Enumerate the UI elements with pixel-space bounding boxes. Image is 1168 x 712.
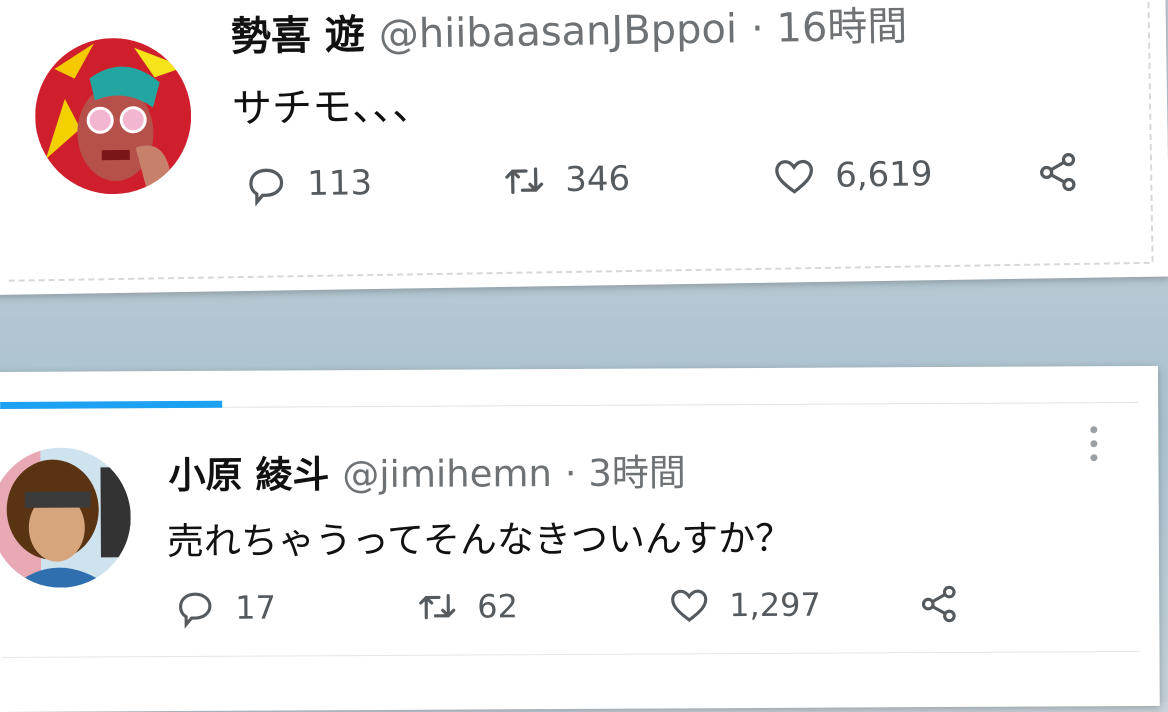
like-count: 1,297 (729, 585, 821, 625)
like-icon (775, 159, 813, 194)
user-handle[interactable]: @jimihemn (342, 452, 552, 496)
retweet-count: 346 (564, 158, 631, 200)
reply-icon (249, 168, 284, 207)
tweet-card[interactable]: 勢喜 遊 @hiibaasanJBppoi · 16時間 サチモ、、、 113 … (0, 0, 1168, 295)
retweet-button[interactable]: 62 (415, 584, 518, 629)
divider (1, 650, 1140, 658)
reply-count: 17 (235, 588, 277, 627)
more-icon[interactable] (1090, 426, 1100, 468)
like-icon (671, 589, 708, 622)
tweet-time: · 16時間 (750, 3, 908, 53)
share-button[interactable] (1035, 149, 1082, 196)
reply-icon (179, 592, 212, 629)
retweet-count: 62 (477, 587, 519, 626)
reply-button[interactable]: 113 (243, 160, 373, 208)
tweet-time: · 3時間 (564, 451, 686, 495)
like-button[interactable]: 6,619 (771, 151, 933, 200)
display-name[interactable]: 小原 綾斗 (168, 453, 329, 497)
loading-bar (0, 400, 223, 409)
retweet-icon (419, 594, 456, 620)
tweet-card[interactable]: 小原 綾斗 @jimihemn · 3時間 売れちゃうってそんなきついんすか？ … (0, 365, 1160, 712)
avatar[interactable] (33, 36, 193, 196)
reply-button[interactable]: 17 (173, 586, 276, 631)
share-button[interactable] (917, 582, 961, 626)
tweet-text: 売れちゃうってそんなきついんすか？ (166, 516, 793, 564)
retweet-icon (505, 167, 544, 194)
tweet-header: 勢喜 遊 @hiibaasanJBppoi · 16時間 (230, 0, 908, 62)
like-count: 6,619 (834, 154, 933, 196)
share-icon (1040, 153, 1076, 192)
tweet-header: 小原 綾斗 @jimihemn · 3時間 (168, 442, 686, 499)
tweet-text: サチモ、、、 (231, 83, 433, 133)
avatar[interactable] (0, 447, 132, 588)
share-icon (921, 585, 956, 623)
display-name[interactable]: 勢喜 遊 (231, 12, 366, 60)
like-button[interactable]: 1,297 (667, 583, 821, 628)
reply-count: 113 (306, 163, 373, 205)
card-border (8, 261, 1150, 282)
card-border (1147, 0, 1154, 262)
retweet-button[interactable]: 346 (501, 156, 631, 204)
user-handle[interactable]: @hiibaasanJBppoi (378, 6, 737, 58)
